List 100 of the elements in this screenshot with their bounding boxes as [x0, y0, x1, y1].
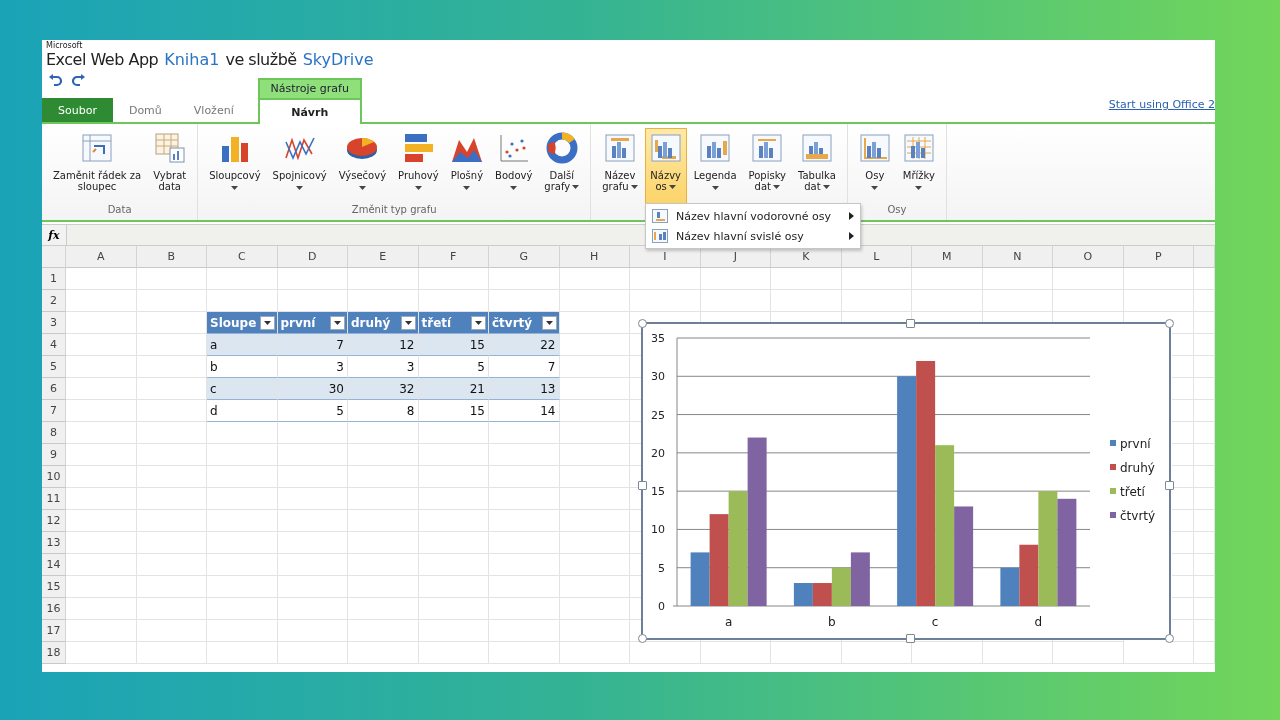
ribbon-button[interactable]: Bodový — [490, 128, 538, 204]
grid-cell[interactable] — [1171, 620, 1194, 642]
grid-cell[interactable] — [418, 290, 489, 312]
grid-cell[interactable] — [418, 620, 489, 642]
grid-cell[interactable] — [277, 554, 348, 576]
grid-cell[interactable] — [1194, 620, 1215, 642]
grid-cell[interactable] — [348, 466, 419, 488]
row-header[interactable]: 9 — [42, 444, 66, 466]
select-all-corner[interactable] — [42, 246, 66, 268]
resize-handle[interactable] — [638, 481, 647, 490]
grid-cell[interactable] — [348, 290, 419, 312]
ribbon-button[interactable]: Popisky dat — [743, 128, 792, 204]
grid-cell[interactable] — [418, 510, 489, 532]
grid-cell[interactable] — [1171, 488, 1194, 510]
grid-cell[interactable] — [277, 576, 348, 598]
grid-cell[interactable] — [348, 268, 419, 290]
grid-cell[interactable] — [207, 598, 278, 620]
ribbon-button[interactable]: Další grafy — [539, 128, 585, 204]
grid-cell[interactable] — [66, 312, 137, 334]
grid-cell[interactable] — [136, 312, 207, 334]
resize-handle[interactable] — [638, 319, 647, 328]
grid-cell[interactable] — [66, 400, 137, 422]
grid-cell[interactable] — [1171, 334, 1194, 356]
ribbon-tab[interactable]: Vložení — [177, 98, 250, 122]
column-header[interactable]: C — [207, 246, 278, 268]
grid-cell[interactable] — [489, 554, 560, 576]
grid-cell[interactable] — [66, 466, 137, 488]
grid-cell[interactable] — [489, 290, 560, 312]
grid-cell[interactable] — [136, 642, 207, 664]
grid-cell[interactable] — [348, 444, 419, 466]
grid-cell[interactable] — [207, 510, 278, 532]
grid-cell[interactable] — [1171, 356, 1194, 378]
grid-cell[interactable] — [700, 290, 771, 312]
grid-cell[interactable] — [1171, 598, 1194, 620]
grid-cell[interactable] — [66, 620, 137, 642]
grid-cell[interactable] — [207, 422, 278, 444]
grid-cell[interactable] — [66, 444, 137, 466]
grid-cell[interactable] — [207, 532, 278, 554]
grid-cell[interactable] — [66, 290, 137, 312]
grid-cell[interactable] — [489, 576, 560, 598]
grid-cell[interactable] — [348, 642, 419, 664]
grid-cell[interactable] — [700, 268, 771, 290]
grid-cell[interactable] — [418, 642, 489, 664]
grid-cell[interactable] — [136, 510, 207, 532]
grid-cell[interactable] — [207, 444, 278, 466]
column-header[interactable]: P — [1123, 246, 1194, 268]
row-header[interactable]: 16 — [42, 598, 66, 620]
grid-cell[interactable] — [1194, 510, 1215, 532]
row-header[interactable]: 13 — [42, 532, 66, 554]
resize-handle[interactable] — [906, 634, 915, 643]
grid-cell[interactable] — [66, 268, 137, 290]
grid-cell[interactable] — [559, 422, 630, 444]
grid-cell[interactable] — [136, 334, 207, 356]
grid-cell[interactable] — [630, 642, 701, 664]
ribbon-button[interactable]: Zaměnit řádek za sloupec — [48, 128, 147, 204]
ribbon-button[interactable]: Tabulka dat — [793, 128, 841, 204]
grid-cell[interactable] — [1194, 268, 1215, 290]
row-header[interactable]: 2 — [42, 290, 66, 312]
grid-cell[interactable] — [418, 422, 489, 444]
grid-cell[interactable] — [1194, 378, 1215, 400]
grid-cell[interactable] — [348, 554, 419, 576]
undo-icon[interactable] — [48, 74, 62, 87]
row-header[interactable]: 17 — [42, 620, 66, 642]
grid-cell[interactable] — [559, 554, 630, 576]
grid-cell[interactable] — [489, 642, 560, 664]
grid-cell[interactable] — [418, 488, 489, 510]
column-header[interactable]: B — [136, 246, 207, 268]
ribbon-button[interactable]: Sloupcový — [204, 128, 266, 204]
grid-cell[interactable] — [1171, 444, 1194, 466]
service-link[interactable]: SkyDrive — [302, 50, 374, 69]
menu-item[interactable]: Název hlavní svislé osy — [646, 226, 860, 246]
grid-cell[interactable] — [277, 532, 348, 554]
grid-cell[interactable] — [1194, 598, 1215, 620]
column-header[interactable]: G — [489, 246, 560, 268]
resize-handle[interactable] — [1165, 319, 1174, 328]
grid-cell[interactable] — [66, 334, 137, 356]
filter-button[interactable] — [400, 315, 416, 330]
row-header[interactable]: 11 — [42, 488, 66, 510]
grid-cell[interactable] — [66, 378, 137, 400]
row-header[interactable]: 6 — [42, 378, 66, 400]
grid-cell[interactable] — [136, 400, 207, 422]
grid-cell[interactable] — [1194, 312, 1215, 334]
grid-cell[interactable] — [277, 488, 348, 510]
resize-handle[interactable] — [1165, 634, 1174, 643]
grid-cell[interactable] — [559, 620, 630, 642]
row-header[interactable]: 8 — [42, 422, 66, 444]
grid-cell[interactable] — [277, 620, 348, 642]
ribbon-tab[interactable]: Soubor — [42, 98, 113, 122]
grid-cell[interactable] — [66, 642, 137, 664]
filter-button[interactable] — [471, 315, 486, 330]
grid-cell[interactable] — [66, 422, 137, 444]
grid-cell[interactable] — [348, 488, 419, 510]
grid-cell[interactable] — [136, 598, 207, 620]
ribbon-button[interactable]: Názvy os — [644, 128, 687, 204]
grid-cell[interactable] — [841, 268, 912, 290]
ribbon-button[interactable]: Osy — [853, 128, 896, 204]
ribbon-tab[interactable]: Návrh — [257, 98, 362, 124]
grid-cell[interactable] — [66, 356, 137, 378]
grid-cell[interactable] — [1171, 532, 1194, 554]
grid-cell[interactable] — [489, 620, 560, 642]
